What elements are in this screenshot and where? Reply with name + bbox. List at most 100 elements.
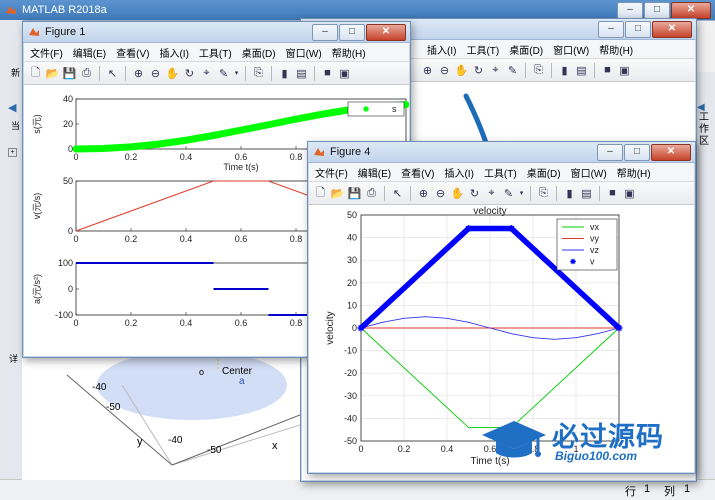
zoom-in-icon[interactable]: ⊕ [131,66,146,81]
show-plot-tools-icon[interactable]: ▣ [337,66,352,81]
close-button[interactable]: ✕ [652,21,692,38]
figure1-title: Figure 1 [45,26,86,38]
legend-marker [363,106,369,112]
brush-icon[interactable]: ✎ [501,186,516,201]
menu-window[interactable]: 窗口(W) [553,42,589,57]
brush-icon[interactable]: ✎ [505,63,520,78]
rotate-icon[interactable]: ↻ [471,63,486,78]
maximize-button[interactable]: □ [625,21,651,38]
menu-insert[interactable]: 插入(I) [159,45,188,60]
brush-icon[interactable]: ✎ [216,66,231,81]
print-icon[interactable]: ⎙ [364,186,379,201]
data-cursor-icon[interactable]: ⌖ [488,63,503,78]
new-figure-icon[interactable]: 🗋 [28,66,43,81]
bg3d-xtick-2: -40 [168,435,183,446]
maximize-button[interactable]: □ [644,2,670,19]
minimize-button[interactable]: ‒ [617,2,643,19]
legend-icon[interactable]: ▤ [579,186,594,201]
dropdown-arrow-icon[interactable]: ▾ [233,66,240,81]
open-icon[interactable]: 📂 [45,66,60,81]
hide-plot-tools-icon[interactable]: ■ [605,186,620,201]
maximize-button[interactable]: □ [339,24,365,41]
legend-icon[interactable]: ▤ [574,63,589,78]
position-data-point [237,126,245,134]
save-icon[interactable]: 💾 [347,186,362,201]
pan-icon[interactable]: ✋ [450,186,465,201]
rotate-icon[interactable]: ↻ [182,66,197,81]
maximize-button[interactable]: □ [624,144,650,161]
rotate-icon[interactable]: ↻ [467,186,482,201]
zoom-out-icon[interactable]: ⊖ [433,186,448,201]
pan-icon[interactable]: ✋ [165,66,180,81]
menu-insert[interactable]: 插入(I) [427,42,456,57]
minimize-button[interactable]: ‒ [312,24,338,41]
dropdown-arrow-icon[interactable]: ▾ [518,186,525,201]
zoom-in-icon[interactable]: ⊕ [420,63,435,78]
link-icon[interactable]: ⎘ [531,63,546,78]
menu-desktop[interactable]: 桌面(D) [527,165,561,180]
zoom-out-icon[interactable]: ⊖ [437,63,452,78]
y-tick-label: 0 [352,323,357,333]
link-icon[interactable]: ⎘ [251,66,266,81]
bg3d-ytick-1: -40 [92,382,107,393]
nav-back-icon[interactable]: ◀ [8,101,16,114]
show-plot-tools-icon[interactable]: ▣ [622,186,637,201]
close-button[interactable]: ✕ [651,144,691,161]
status-bar: 行 1 列 1 [0,479,715,500]
menu-tools[interactable]: 工具(T) [199,45,232,60]
edit-plot-icon[interactable]: ↖ [105,66,120,81]
workspace-tab[interactable]: 工作区 [698,112,710,148]
y-tick-label: 40 [347,233,357,243]
menu-file[interactable]: 文件(F) [315,165,348,180]
new-figure-icon[interactable]: 🗋 [313,186,328,201]
pan-icon[interactable]: ✋ [454,63,469,78]
bg3d-marker-a: a [239,376,245,387]
data-cursor-icon[interactable]: ⌖ [484,186,499,201]
menu-help[interactable]: 帮助(H) [599,42,633,57]
edit-plot-icon[interactable]: ↖ [390,186,405,201]
menu-view[interactable]: 查看(V) [116,45,149,60]
zoom-in-icon[interactable]: ⊕ [416,186,431,201]
y-tick-label: 50 [63,176,73,186]
link-icon[interactable]: ⎘ [536,186,551,201]
expand-icon[interactable]: + [8,148,17,157]
bg3d-ytick-2: -50 [106,402,121,413]
menu-edit[interactable]: 编辑(E) [73,45,106,60]
colorbar-icon[interactable]: ▮ [557,63,572,78]
data-cursor-icon[interactable]: ⌖ [199,66,214,81]
menu-window[interactable]: 窗口(W) [571,165,607,180]
bg3d-x-axis-label: x [272,440,278,452]
menu-tools[interactable]: 工具(T) [466,42,499,57]
colorbar-icon[interactable]: ▮ [562,186,577,201]
nav-back-icon[interactable]: ◀ [697,102,705,113]
open-icon[interactable]: 📂 [330,186,345,201]
show-plot-tools-icon[interactable]: ▣ [617,63,632,78]
colorbar-icon[interactable]: ▮ [277,66,292,81]
menu-view[interactable]: 查看(V) [401,165,434,180]
figure4-title: Figure 4 [330,146,371,158]
menu-window[interactable]: 窗口(W) [286,45,322,60]
zoom-out-icon[interactable]: ⊖ [148,66,163,81]
minimize-button[interactable]: ‒ [598,21,624,38]
legend-icon[interactable]: ▤ [294,66,309,81]
menu-edit[interactable]: 编辑(E) [358,165,391,180]
menu-file[interactable]: 文件(F) [30,45,63,60]
print-icon[interactable]: ⎙ [79,66,94,81]
y-axis-label: s(元) [32,114,42,134]
x-tick-label: 0.6 [235,234,248,244]
hide-plot-tools-icon[interactable]: ■ [600,63,615,78]
y-axis-label: v(元/s) [32,193,42,220]
menu-help[interactable]: 帮助(H) [617,165,651,180]
close-button[interactable]: ✕ [366,24,406,41]
menu-insert[interactable]: 插入(I) [444,165,473,180]
menu-desktop[interactable]: 桌面(D) [242,45,276,60]
save-icon[interactable]: 💾 [62,66,77,81]
position-data-point [155,140,162,148]
close-button[interactable]: ✕ [671,2,711,19]
bg3d-area: -50 -40 -40 -50 y x o Center a [22,355,300,480]
menu-help[interactable]: 帮助(H) [332,45,366,60]
menu-desktop[interactable]: 桌面(D) [509,42,543,57]
minimize-button[interactable]: ‒ [597,144,623,161]
hide-plot-tools-icon[interactable]: ■ [320,66,335,81]
menu-tools[interactable]: 工具(T) [484,165,517,180]
